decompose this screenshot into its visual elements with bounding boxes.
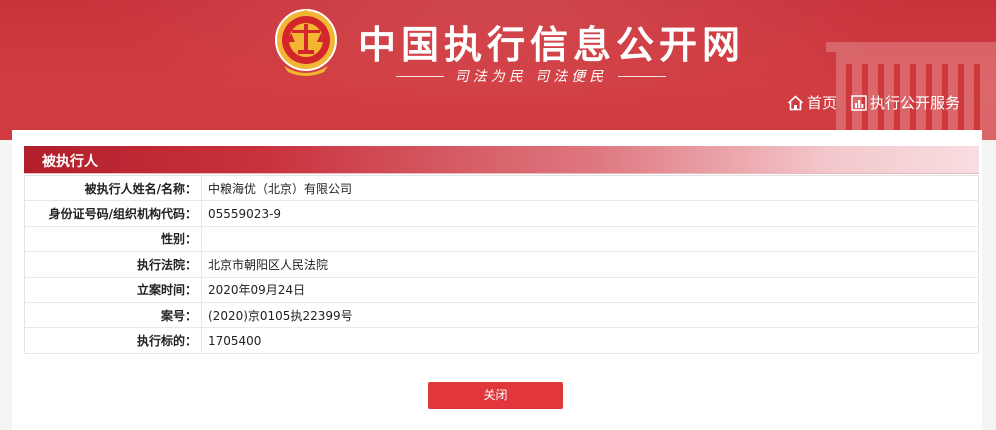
slogan: 司法为民 司法便民: [396, 66, 666, 86]
table-row: 身份证号码/组织机构代码： 05559023-9: [24, 200, 979, 227]
row-value-amount: 1705400: [201, 327, 979, 354]
table-row: 案号： (2020)京0105执22399号: [24, 302, 979, 329]
top-navigation: 首页 执行公开服务: [773, 92, 960, 113]
nav-home[interactable]: 首页: [787, 92, 837, 113]
row-value-id-code: 05559023-9: [201, 200, 979, 227]
slogan-divider-left: [396, 76, 444, 77]
building-silhouette: [826, 42, 996, 140]
nav-execution-services-label: 执行公开服务: [869, 94, 960, 112]
table-row: 被执行人姓名/名称： 中粮海优（北京）有限公司: [24, 175, 979, 202]
site-title: 中国执行信息公开网: [358, 23, 746, 67]
home-icon: [787, 94, 804, 110]
close-button[interactable]: 关闭: [428, 382, 563, 409]
table-row: 执行法院： 北京市朝阳区人民法院: [24, 251, 979, 278]
chart-icon: [851, 94, 867, 111]
nav-execution-services[interactable]: 执行公开服务: [851, 92, 960, 113]
row-label-court: 执行法院：: [24, 251, 202, 278]
row-label-id-code: 身份证号码/组织机构代码：: [24, 200, 202, 227]
slogan-divider-right: [618, 76, 666, 77]
row-value-case-number: (2020)京0105执22399号: [201, 302, 979, 329]
row-label-name: 被执行人姓名/名称：: [24, 175, 202, 202]
row-label-gender: 性别：: [24, 226, 202, 253]
row-value-gender: [201, 226, 979, 253]
row-label-case-number: 案号：: [24, 302, 202, 329]
detail-panel: 被执行人 被执行人姓名/名称： 中粮海优（北京）有限公司 身份证号码/组织机构代…: [12, 130, 982, 430]
section-header: 被执行人: [24, 146, 979, 174]
nav-home-label: 首页: [806, 94, 837, 112]
section-title: 被执行人: [42, 154, 98, 170]
row-value-name: 中粮海优（北京）有限公司: [201, 175, 979, 202]
row-label-filing-date: 立案时间：: [24, 277, 202, 303]
table-row: 执行标的： 1705400: [24, 327, 979, 354]
row-label-amount: 执行标的：: [24, 327, 202, 354]
court-emblem-logo: [275, 9, 337, 76]
row-value-court: 北京市朝阳区人民法院: [201, 251, 979, 278]
slogan-text: 司法为民 司法便民: [454, 69, 608, 85]
debtor-info-table: 被执行人姓名/名称： 中粮海优（北京）有限公司 身份证号码/组织机构代码： 05…: [24, 175, 979, 354]
table-row: 立案时间： 2020年09月24日: [24, 277, 979, 303]
site-header: 中国执行信息公开网 司法为民 司法便民 首页 执行公开服务: [0, 0, 996, 140]
row-value-filing-date: 2020年09月24日: [201, 277, 979, 303]
table-row: 性别：: [24, 226, 979, 253]
